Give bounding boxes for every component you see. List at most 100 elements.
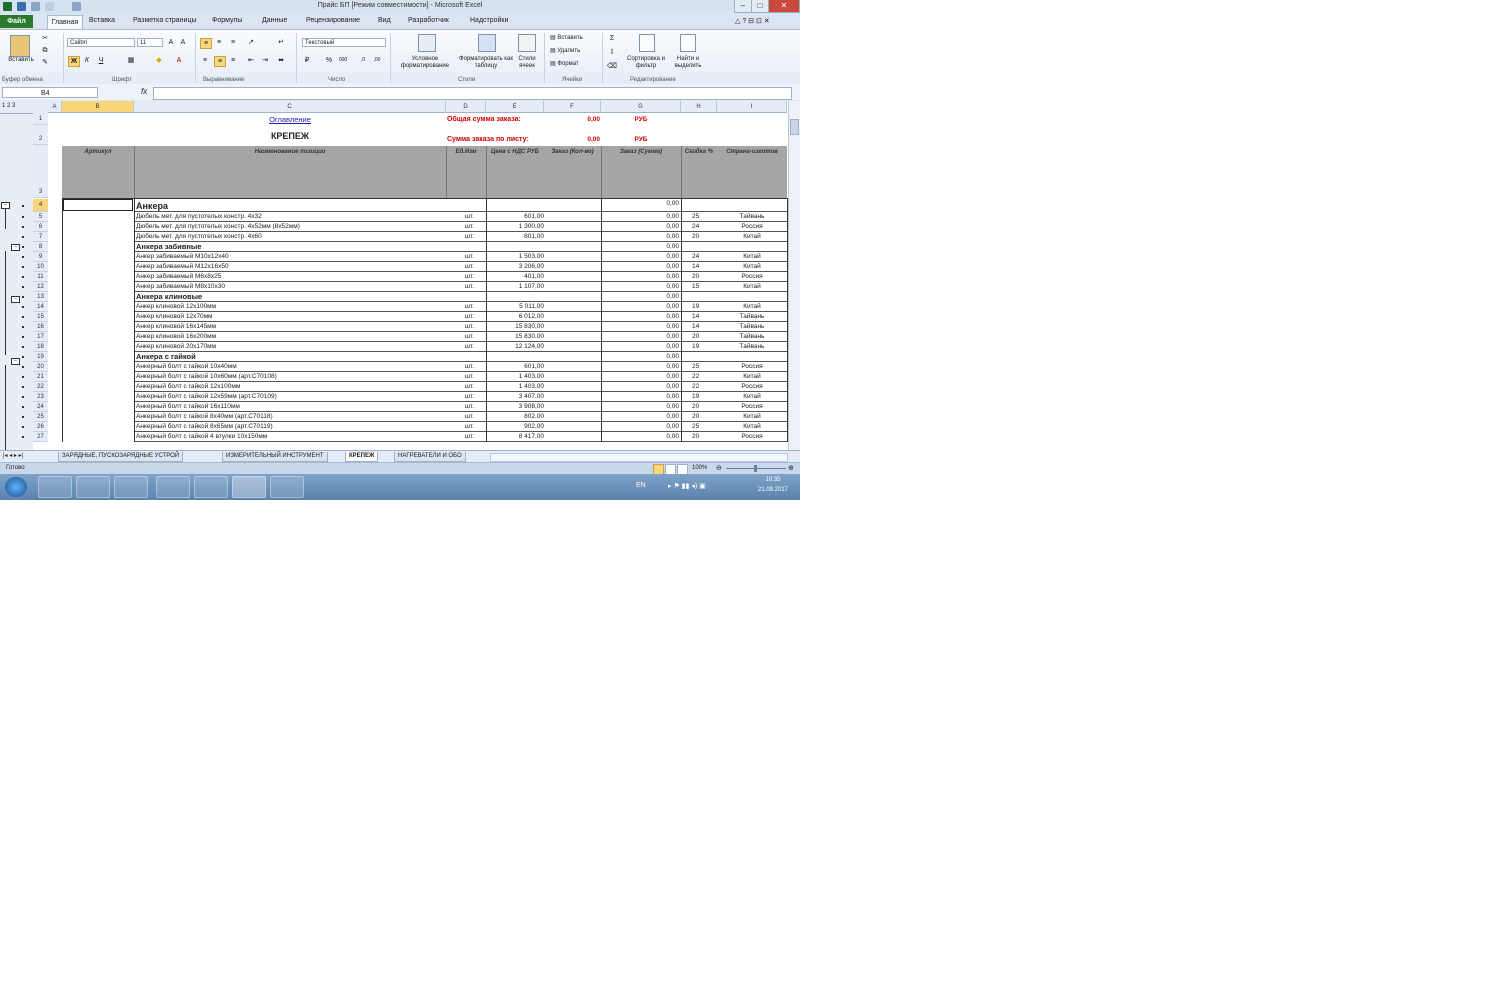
align-center-icon[interactable]: ≡ [214,56,226,67]
align-top-icon[interactable]: ≡ [200,38,212,49]
row-header-6[interactable]: 6 [33,222,48,232]
row-header-17[interactable]: 17 [33,332,48,342]
conditional-format-icon[interactable] [418,34,436,52]
excel-taskbar-icon[interactable] [232,476,266,498]
merge-center-icon[interactable]: ⬌ [276,56,286,65]
cut-icon[interactable]: ✂ [40,34,50,43]
save-icon[interactable] [17,2,26,11]
sheet-tab-heaters[interactable]: НАГРЕВАТЕЛИ И ОБО [394,452,466,462]
increase-indent-icon[interactable]: ⇥ [260,56,270,65]
outline-level-icon[interactable]: 1 2 3 [2,103,15,109]
percent-icon[interactable]: % [324,56,334,65]
align-middle-icon[interactable]: ≡ [214,38,224,47]
ribbon-controls-icon[interactable]: △ ? ⊟ ⊡ ✕ [735,17,770,25]
column-header-a[interactable]: A [48,101,62,113]
insert-cells-button[interactable]: ▤ Вставить [550,35,583,42]
tab-home[interactable]: Главная [47,15,83,30]
language-indicator[interactable]: EN [636,482,646,489]
chrome-taskbar-icon[interactable] [38,476,72,498]
font-size-select[interactable]: 11 [137,38,163,47]
row-header-18[interactable]: 18 [33,342,48,352]
align-left-icon[interactable]: ≡ [200,56,210,65]
row-header-23[interactable]: 23 [33,392,48,402]
copy-icon[interactable]: ⧉ [40,46,50,55]
row-header-12[interactable]: 12 [33,282,48,292]
clock-time[interactable]: 10:35 [750,477,796,483]
autosum-icon[interactable]: Σ [607,34,617,43]
delete-cells-button[interactable]: ▤ Удалить [550,48,580,55]
row-header-14[interactable]: 14 [33,302,48,312]
column-header-i[interactable]: I [717,101,787,113]
row-header-10[interactable]: 10 [33,262,48,272]
close-button[interactable]: ✕ [768,0,800,13]
font-name-select[interactable]: Calibri [67,38,135,47]
thousands-icon[interactable]: 000 [338,56,348,65]
redo-icon[interactable] [45,2,54,11]
cell-styles-icon[interactable] [518,34,536,52]
insert-function-button[interactable]: fx [141,87,147,96]
tab-page-layout[interactable]: Разметка страницы [133,17,197,24]
sheet-tab-chargers[interactable]: ЗАРЯДНЫЕ, ПУСКОЗАРЯДНЫЕ УСТРОЙ [58,452,184,462]
print-preview-icon[interactable] [72,2,81,11]
decrease-decimal-icon[interactable]: ,00 [372,56,382,65]
tab-addins[interactable]: Надстройки [470,17,508,24]
tab-view[interactable]: Вид [378,17,391,24]
row-header-21[interactable]: 21 [33,372,48,382]
tab-insert[interactable]: Вставка [89,17,115,24]
sort-filter-button[interactable]: Сортировка и фильтр [624,56,668,70]
zoom-out-icon[interactable]: ⊖ [716,465,722,472]
cell-styles-button[interactable]: Стили ячеек [514,56,540,70]
vertical-scrollbar[interactable] [788,101,800,450]
zoom-in-icon[interactable]: ⊕ [788,465,794,472]
wrap-text-icon[interactable]: ↵ [276,38,286,47]
row-header-25[interactable]: 25 [33,412,48,422]
horizontal-scrollbar[interactable] [490,453,788,462]
outline-collapse-button[interactable]: – [11,244,20,251]
tab-formulas[interactable]: Формулы [212,17,242,24]
column-header-f[interactable]: F [544,101,601,113]
outline-collapse-button[interactable]: – [11,358,20,365]
formula-input[interactable] [153,87,792,100]
number-format-select[interactable]: Текстовый [302,38,386,47]
app-taskbar-icon[interactable] [194,476,228,498]
outline-collapse-button[interactable]: – [11,296,20,303]
sheet-nav-icon[interactable]: |◂ ◂ ▸ ▸| [3,452,23,459]
explorer-taskbar-icon[interactable] [76,476,110,498]
row-header-5[interactable]: 5 [33,212,48,222]
sort-filter-icon[interactable] [639,34,655,52]
row-header-20[interactable]: 20 [33,362,48,372]
shrink-font-icon[interactable]: A [178,38,188,47]
vertical-scrollbar-thumb[interactable] [790,119,799,135]
row-header-22[interactable]: 22 [33,382,48,392]
undo-icon[interactable] [31,2,40,11]
active-cell-b4[interactable] [63,199,133,211]
format-as-table-button[interactable]: Форматировать как таблицу [459,56,513,70]
tray-icons[interactable]: ▸ ⚑ ▮▮ ◂) ▣ [668,482,706,490]
column-header-e[interactable]: E [486,101,544,113]
column-header-g[interactable]: G [601,101,681,113]
row-header-26[interactable]: 26 [33,422,48,432]
row-header-11[interactable]: 11 [33,272,48,282]
find-select-button[interactable]: Найти и выделить [668,56,708,70]
sheet-tab-measuring[interactable]: ИЗМЕРИТЕЛЬНЫЙ ИНСТРУМЕНТ [222,452,328,462]
column-header-h[interactable]: H [681,101,717,113]
row-header-1[interactable]: 1 [33,113,48,125]
column-header-c[interactable]: C [134,101,446,113]
skype-taskbar-icon[interactable] [156,476,190,498]
minimize-button[interactable]: – [734,0,752,13]
start-button-icon[interactable] [5,477,27,497]
column-header-b[interactable]: B [62,101,134,113]
decrease-indent-icon[interactable]: ⇤ [246,56,256,65]
clear-icon[interactable]: ⌫ [607,62,617,71]
row-header-16[interactable]: 16 [33,322,48,332]
row-header-19[interactable]: 19 [33,352,48,362]
paste-icon[interactable] [10,35,30,57]
format-cells-button[interactable]: ▤ Формат [550,61,579,68]
paint-taskbar-icon[interactable] [270,476,304,498]
name-box[interactable]: B4 [2,87,98,98]
media-player-taskbar-icon[interactable] [114,476,148,498]
zoom-slider-thumb[interactable] [754,465,757,472]
row-header-13[interactable]: 13 [33,292,48,302]
align-right-icon[interactable]: ≡ [228,56,238,65]
borders-icon[interactable]: ▦ [126,56,136,65]
